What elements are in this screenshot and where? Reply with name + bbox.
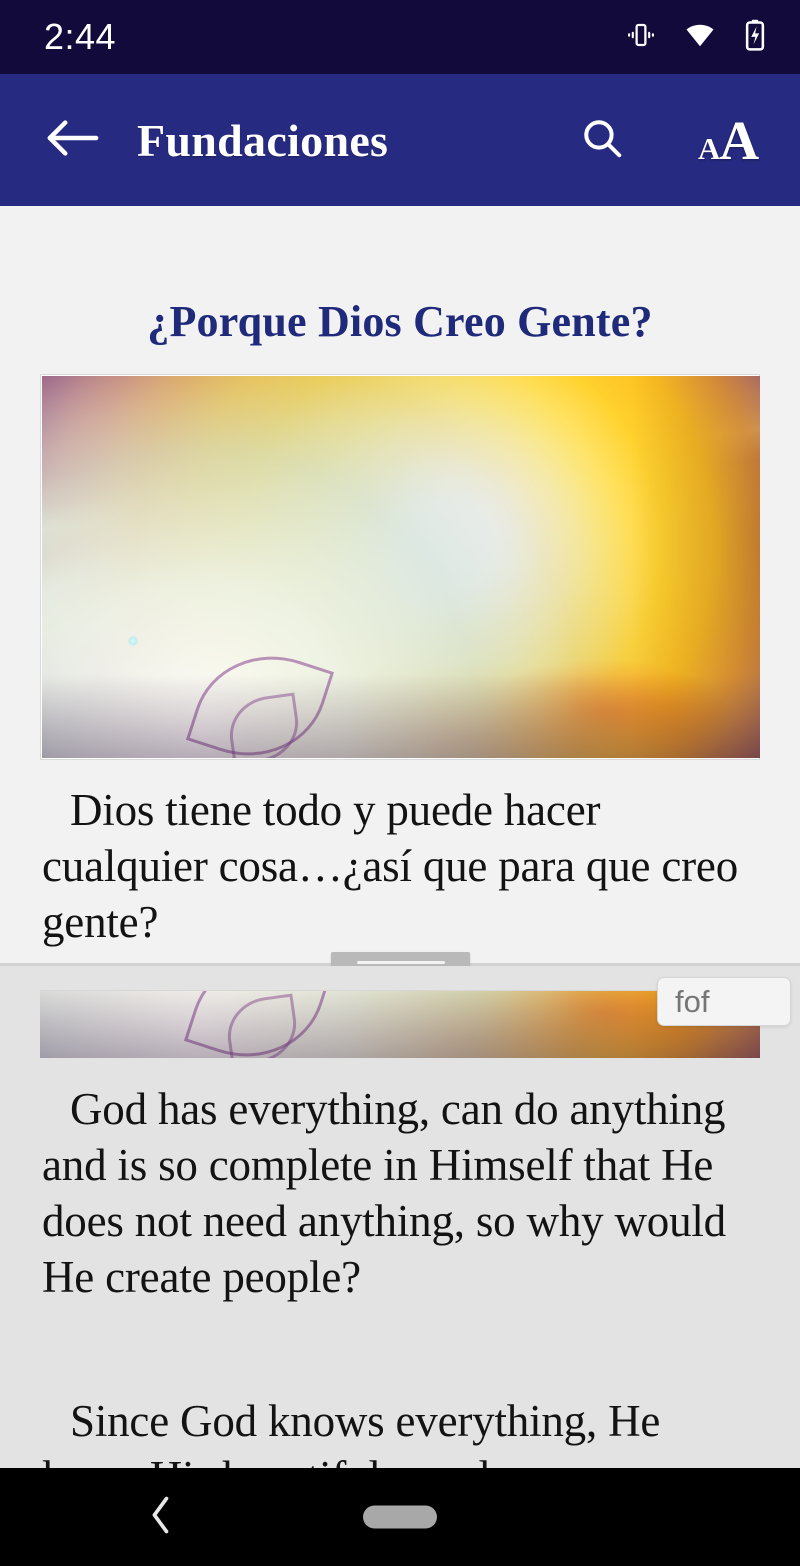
phone-screen: 2:44 Fundaciones A A ¿Porque Dios Creo G… — [0, 0, 800, 1566]
search-icon — [579, 115, 625, 166]
app-title: Fundaciones — [137, 114, 389, 166]
status-bar: 2:44 — [0, 0, 800, 74]
article-illustration — [42, 376, 760, 758]
battery-charging-icon — [744, 19, 766, 56]
back-arrow-button[interactable] — [42, 109, 104, 171]
vibrate-icon — [626, 20, 656, 55]
spanish-paragraph: Dios tiene todo y puede hacer cualquier … — [42, 785, 738, 948]
bottom-pane-english[interactable]: God has everything, can do anything and … — [0, 966, 800, 1468]
fof-tooltip-text: fof — [675, 984, 710, 1019]
system-nav-bar — [0, 1468, 800, 1566]
top-pane-spanish[interactable]: ¿Porque Dios Creo Gente? Dios tiene todo… — [0, 206, 800, 963]
chevron-left-icon — [146, 1493, 176, 1542]
english-paragraph-2: Since God knows everything, He knew His … — [42, 1396, 661, 1468]
back-arrow-icon — [46, 117, 100, 164]
grip-line-icon — [356, 961, 445, 964]
nav-back-button[interactable] — [133, 1489, 189, 1545]
font-size-big-a: A — [719, 109, 759, 171]
font-size-small-a: A — [697, 130, 720, 166]
font-size-icon: AA — [697, 109, 759, 171]
english-paragraph-1: God has everything, can do anything and … — [42, 1084, 726, 1303]
status-time: 2:44 — [44, 16, 117, 57]
illustration-strip-image — [40, 991, 760, 1058]
app-bar-actions: AA — [572, 110, 776, 170]
illustration-frame — [40, 374, 760, 760]
status-icons — [626, 19, 766, 56]
wifi-icon — [683, 20, 717, 55]
app-bar: Fundaciones AA — [0, 74, 800, 206]
nav-home-indicator[interactable] — [363, 1505, 437, 1529]
illustration-strip — [40, 990, 760, 1058]
search-button[interactable] — [572, 110, 632, 170]
article-title: ¿Porque Dios Creo Gente? — [147, 297, 653, 346]
font-size-button[interactable]: AA — [697, 109, 759, 171]
fof-tooltip[interactable]: fof — [657, 977, 791, 1026]
